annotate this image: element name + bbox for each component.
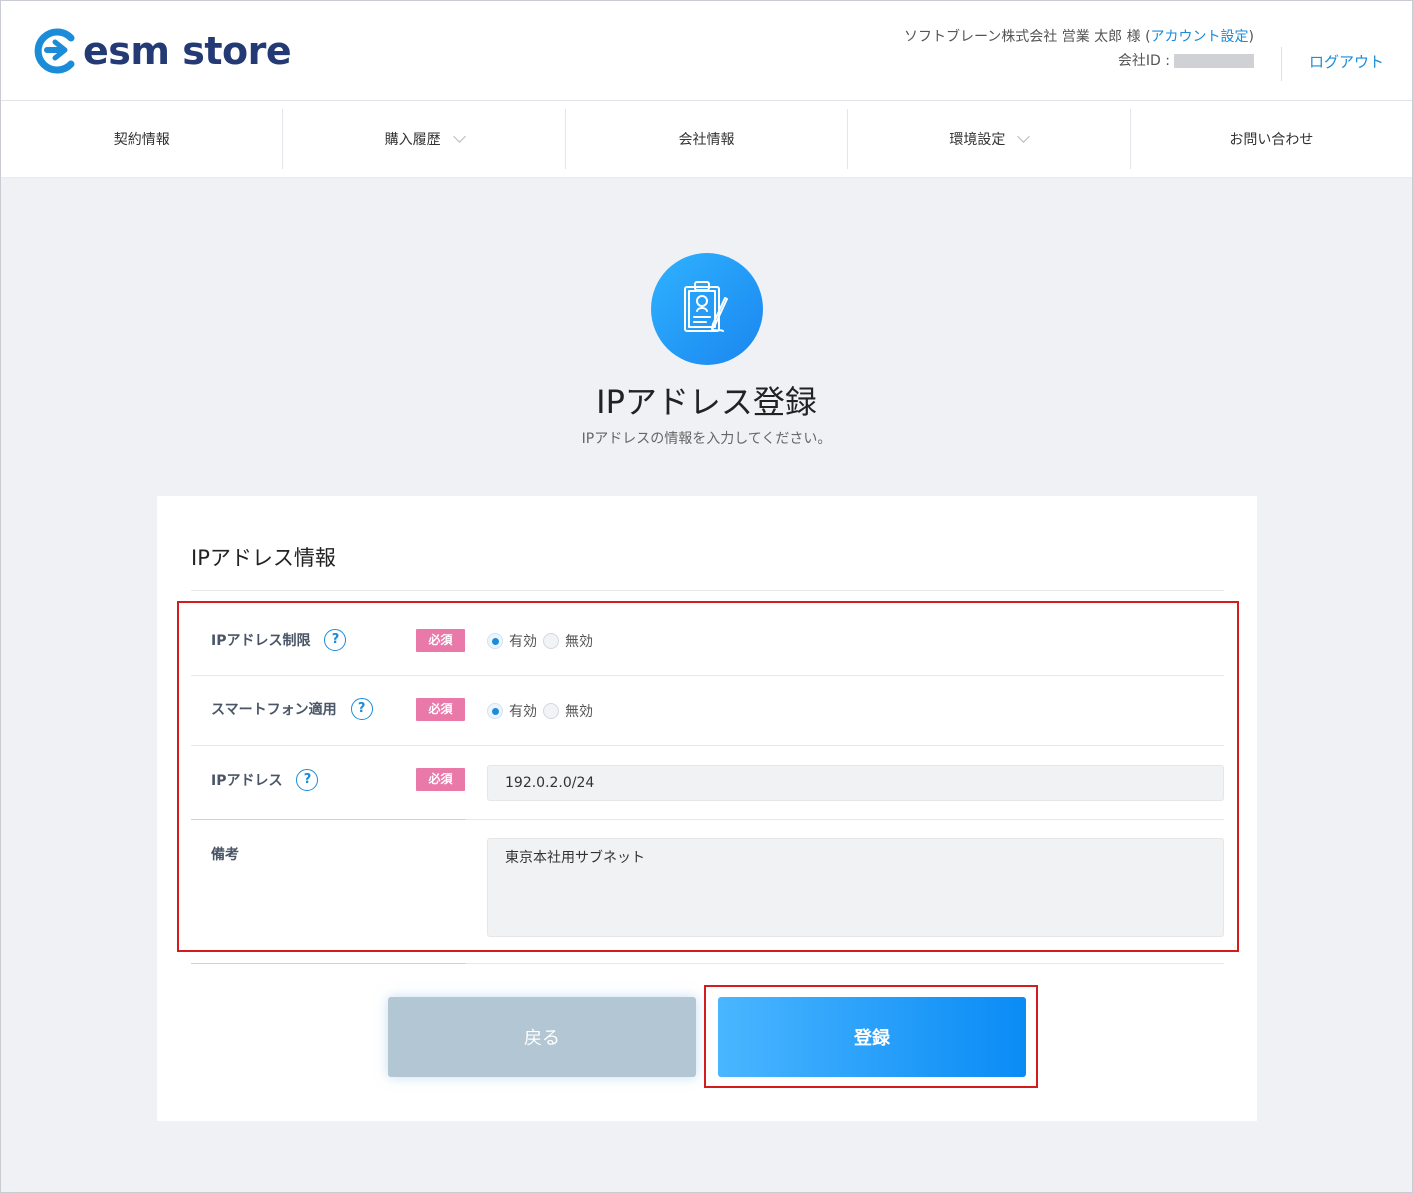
chevron-down-icon [1017, 129, 1031, 143]
required-badge: 必須 [416, 768, 465, 791]
header-divider [1281, 47, 1282, 81]
form-label: IPアドレス ? [211, 768, 319, 792]
nav-item-label: お問い合わせ [1229, 132, 1314, 148]
user-suffix: ) [1248, 29, 1254, 45]
ip-address-label: IPアドレス [211, 773, 283, 789]
logout-link[interactable]: ログアウト [1309, 51, 1384, 72]
nav-item-purchase-history[interactable]: 購入履歴 [283, 109, 566, 169]
radio-label: 無効 [565, 634, 593, 650]
logo[interactable]: esm store [33, 27, 292, 75]
user-area: ソフトブレーン株式会社 営業 太郎 様 (アカウント設定) 会社ID : [904, 27, 1254, 73]
chevron-down-icon [452, 129, 466, 143]
form-card: IPアドレス情報 IPアドレス制限 ? 必須 有効 無効 スマートフォン適用 ?… [157, 496, 1257, 1121]
nav-item-label: 環境設定 [949, 132, 1006, 148]
form-row-smartphone: スマートフォン適用 ? 必須 有効 無効 [191, 676, 1224, 745]
form-label: 備考 [211, 844, 239, 864]
ip-restriction-radios: 有効 無効 [487, 631, 599, 651]
note-textarea[interactable]: 東京本社用サブネット [487, 838, 1224, 937]
account-settings-link[interactable]: アカウント設定 [1151, 29, 1249, 45]
nav-item-label: 購入履歴 [384, 132, 441, 148]
form-label: スマートフォン適用 ? [211, 697, 373, 721]
company-id-masked-value [1174, 54, 1254, 68]
section-title: IPアドレス情報 [191, 546, 336, 570]
clipboard-icon [651, 253, 763, 365]
note-label: 備考 [211, 847, 239, 863]
radio-off-icon[interactable] [543, 703, 559, 719]
smartphone-label: スマートフォン適用 [211, 702, 337, 718]
page-title: IPアドレス登録 [596, 383, 817, 421]
required-badge: 必須 [416, 698, 465, 721]
form-row-ip-restriction: IPアドレス制限 ? 必須 有効 無効 [191, 606, 1224, 675]
help-icon[interactable]: ? [350, 698, 373, 720]
main-nav: 契約情報 購入履歴 会社情報 環境設定 お問い合わせ [1, 101, 1412, 177]
back-button[interactable]: 戻る [388, 997, 696, 1077]
user-name-line: ソフトブレーン株式会社 営業 太郎 様 (アカウント設定) [904, 27, 1254, 47]
section-divider [191, 590, 1224, 591]
radio-label: 有効 [509, 634, 537, 650]
company-id: 会社ID : [904, 49, 1254, 73]
form-label: IPアドレス制限 ? [211, 628, 347, 652]
radio-label: 無効 [565, 704, 593, 720]
page-subtitle: IPアドレスの情報を入力してください。 [581, 431, 832, 447]
radio-enabled[interactable]: 有効 [487, 701, 537, 721]
help-icon[interactable]: ? [324, 629, 347, 651]
radio-label: 有効 [509, 704, 537, 720]
radio-off-icon[interactable] [543, 633, 559, 649]
radio-on-icon[interactable] [487, 633, 503, 649]
radio-on-icon[interactable] [487, 703, 503, 719]
ip-restriction-label: IPアドレス制限 [211, 633, 311, 649]
nav-item-contract[interactable]: 契約情報 [1, 109, 284, 169]
esm-logo-icon [34, 28, 75, 74]
ip-address-input[interactable]: 192.0.2.0/24 [487, 765, 1224, 801]
logo-text: esm store [83, 29, 292, 73]
required-badge: 必須 [416, 629, 465, 652]
radio-disabled[interactable]: 無効 [543, 631, 593, 651]
row-divider-label [191, 963, 466, 964]
submit-button[interactable]: 登録 [718, 997, 1026, 1077]
nav-item-label: 会社情報 [678, 132, 735, 148]
help-icon[interactable]: ? [296, 769, 319, 791]
user-name: ソフトブレーン株式会社 営業 太郎 様 ( [903, 29, 1151, 45]
radio-enabled[interactable]: 有効 [487, 631, 537, 651]
row-divider [466, 963, 1224, 964]
nav-item-label: 契約情報 [113, 132, 170, 148]
radio-disabled[interactable]: 無効 [543, 701, 593, 721]
nav-item-settings[interactable]: 環境設定 [848, 109, 1131, 169]
nav-item-company-info[interactable]: 会社情報 [566, 109, 849, 169]
smartphone-radios: 有効 無効 [487, 701, 599, 721]
company-id-label: 会社ID : [1117, 53, 1170, 69]
header: esm store ソフトブレーン株式会社 営業 太郎 様 (アカウント設定) … [1, 1, 1412, 101]
nav-item-contact[interactable]: お問い合わせ [1131, 109, 1412, 169]
